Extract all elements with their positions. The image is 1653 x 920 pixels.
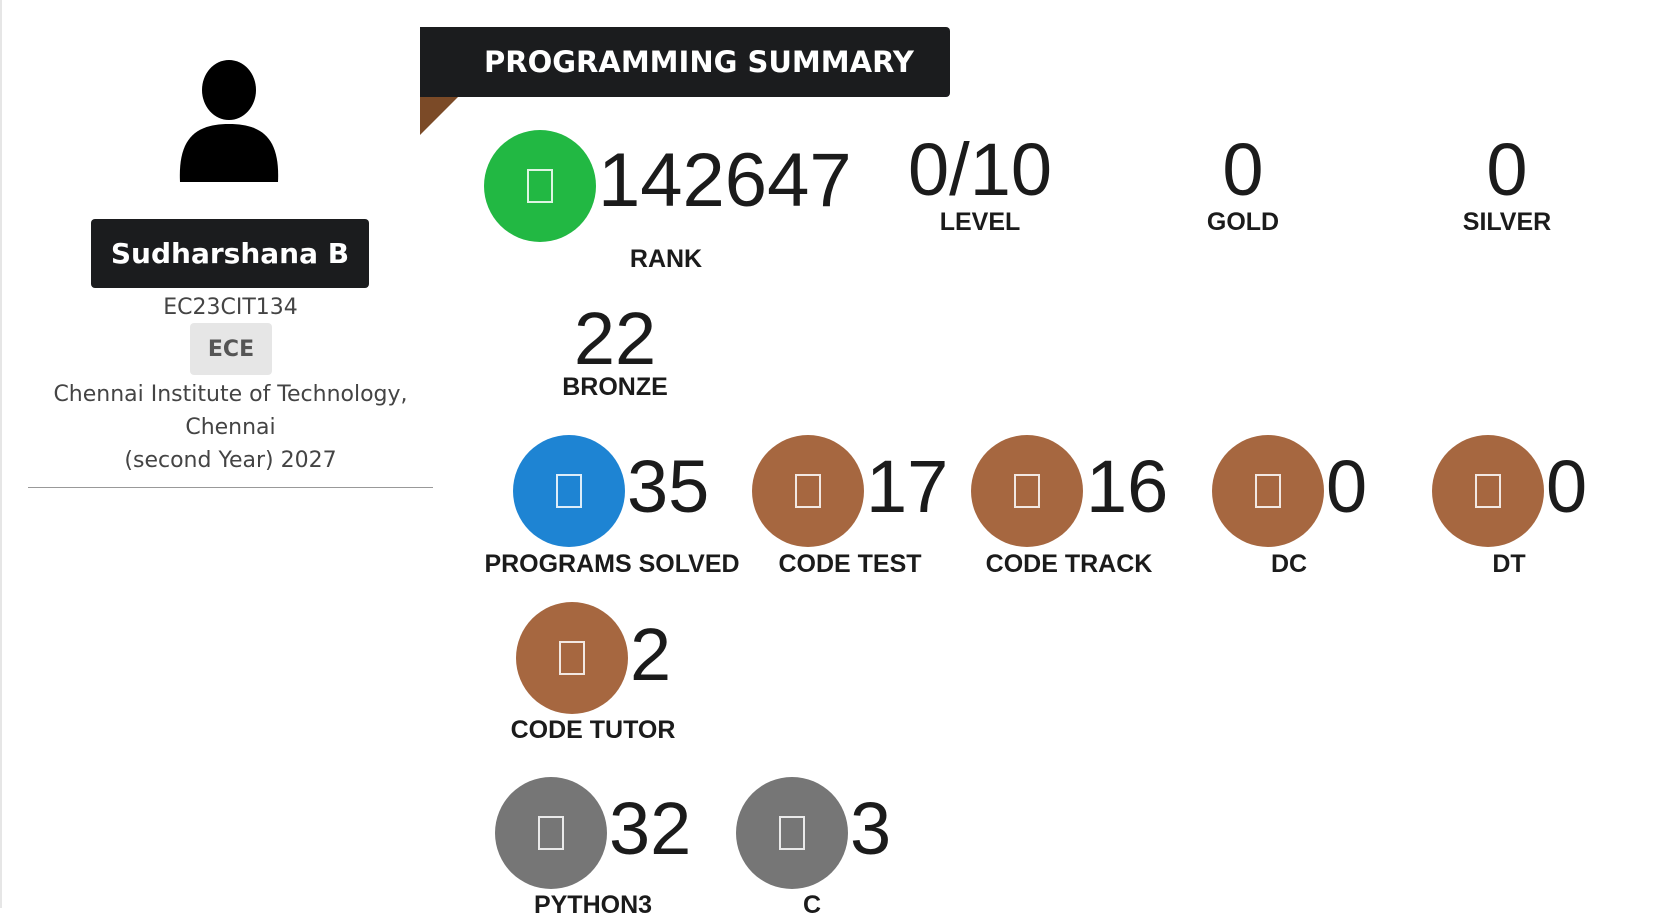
college-info: Chennai Institute of Technology, Chennai… [28,378,433,477]
page-edge [0,0,2,908]
register-number: EC23CIT134 [163,295,298,320]
silver-label: SILVER [1462,208,1552,236]
silver-value: 0 [1486,128,1528,211]
dt-label: DT [1492,550,1526,578]
level-value: 0/10 [907,128,1053,211]
bronze-value: 22 [573,297,657,380]
divider [28,487,433,488]
level-label: LEVEL [939,208,1021,236]
college-city-line: Chennai [185,415,276,440]
code-icon [513,435,625,547]
gold-label: GOLD [1206,208,1280,236]
gold-value: 0 [1222,128,1264,211]
department-badge: ECE [190,323,272,375]
rank-label: RANK [629,245,703,273]
dt-icon [1432,435,1544,547]
trophy-icon [484,130,596,242]
ribbon-fold [420,97,458,135]
code-test-value: 17 [866,445,949,528]
college-name-line: Chennai Institute of Technology, [53,382,408,407]
dc-value: 0 [1326,445,1368,528]
track-icon [971,435,1083,547]
tutor-icon [516,602,628,714]
c-label: C [802,891,822,919]
test-icon [752,435,864,547]
dc-icon [1212,435,1324,547]
programs-solved-value: 35 [627,445,710,528]
section-title: PROGRAMMING SUMMARY [420,27,950,97]
bronze-label: BRONZE [562,373,668,401]
language-icon [736,777,848,889]
code-tutor-label: CODE TUTOR [510,716,676,744]
user-silhouette-icon [179,60,279,182]
language-icon [495,777,607,889]
rank-value: 142647 [598,138,852,223]
batch-year-line: (second Year) 2027 [124,448,337,473]
c-value: 3 [850,787,892,870]
code-track-value: 16 [1086,445,1169,528]
dt-value: 0 [1546,445,1588,528]
code-tutor-value: 2 [630,613,672,696]
python3-value: 32 [609,787,692,870]
student-name: Sudharshana B [91,219,369,288]
